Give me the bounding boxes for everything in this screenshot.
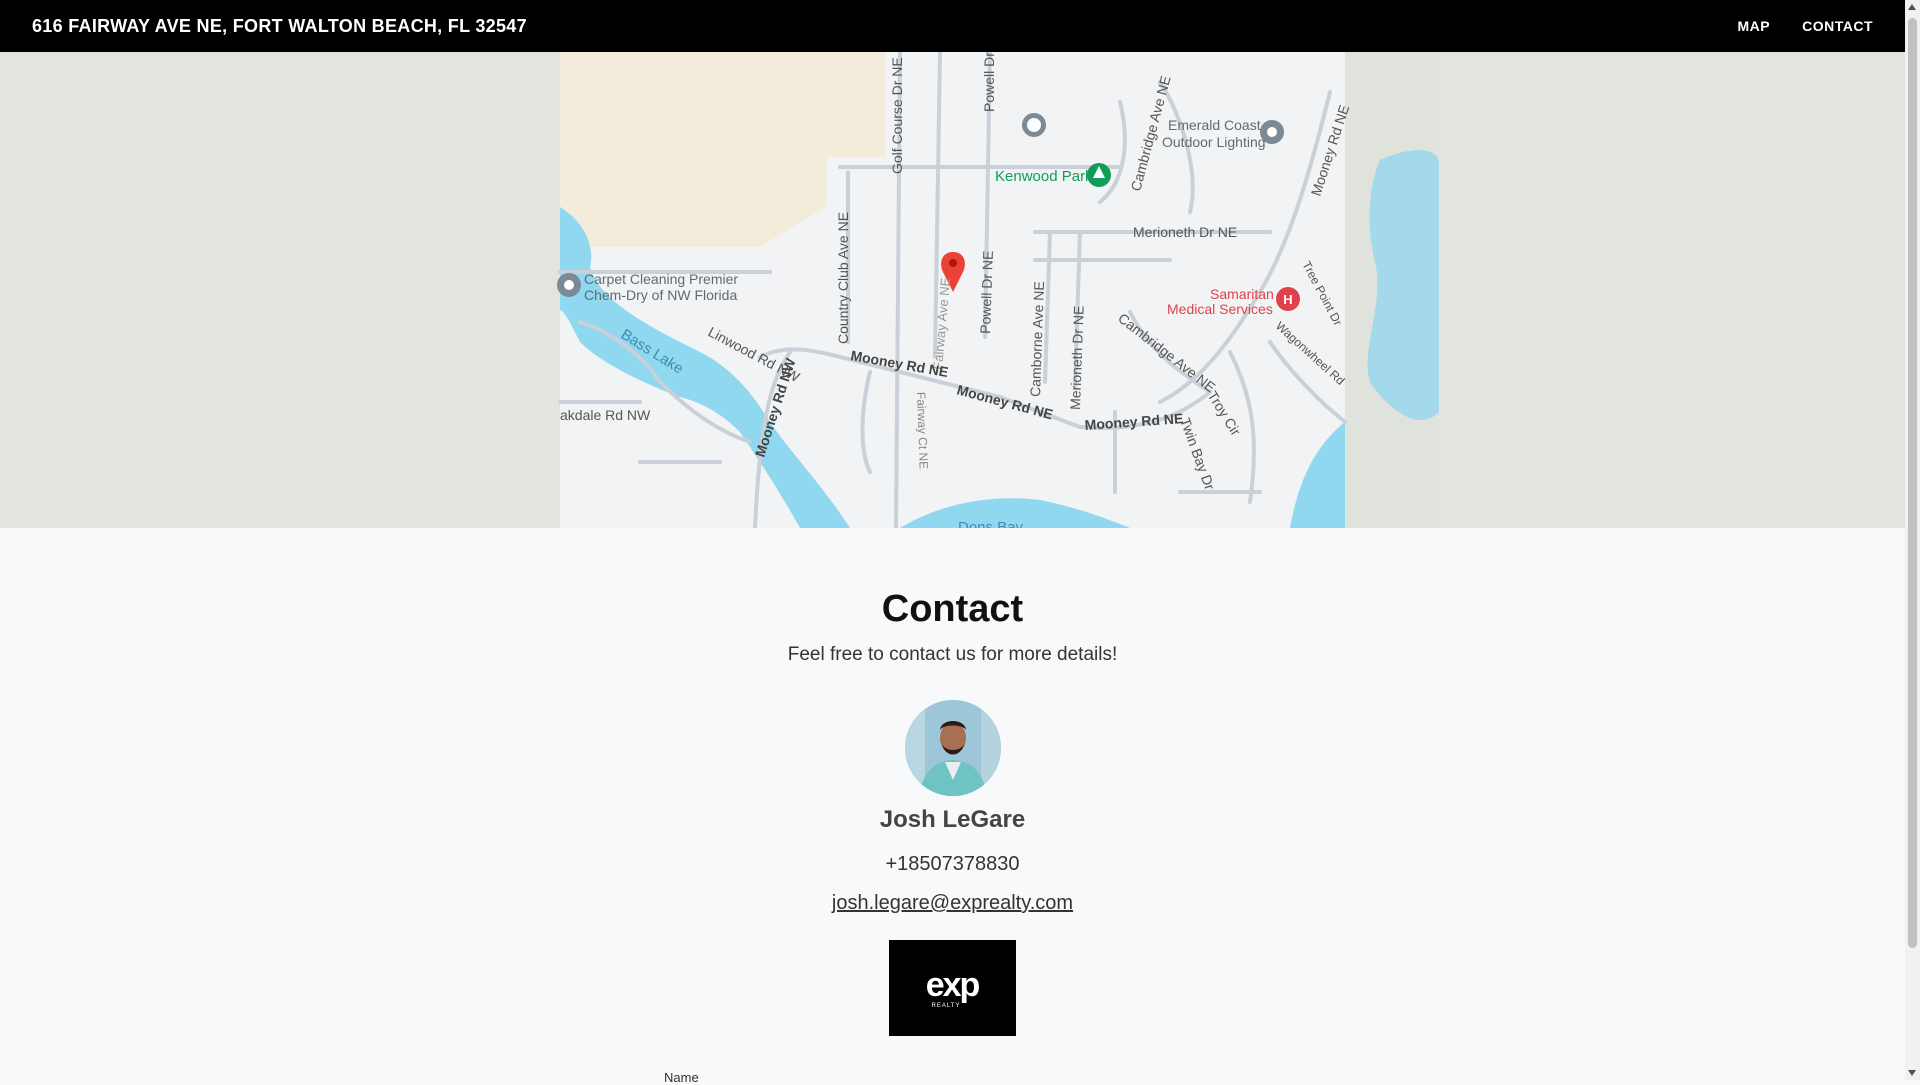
map-label-samaritan-2: Medical Services <box>1167 301 1273 317</box>
agent-avatar <box>905 700 1001 796</box>
map-label-merioneth-top: Merioneth Dr NE <box>1133 224 1237 240</box>
map-label-golf-course: Golf Course Dr NE <box>889 57 905 174</box>
logo-subtext: REALTY <box>932 1003 961 1009</box>
brokerage-logo: exp REALTY <box>889 940 1016 1036</box>
map-label-dons-bay: Dons Bay <box>958 519 1024 528</box>
map-label-powell-top: Powell Dr <box>981 52 997 112</box>
map-label-emerald-2: Outdoor Lighting <box>1162 134 1266 150</box>
agent-email-link[interactable]: josh.legare@exprealty.com <box>832 892 1073 914</box>
exp-realty-logo: exp REALTY <box>889 940 1016 1036</box>
map-label-samaritan-1: Samaritan <box>1210 286 1274 302</box>
contact-subtitle: Feel free to contact us for more details… <box>787 644 1118 665</box>
nav-contact-link[interactable]: CONTACT <box>1802 0 1873 52</box>
page-scrollbar[interactable] <box>1905 0 1920 1080</box>
contact-section: Contact Feel free to contact us for more… <box>0 528 1905 1085</box>
top-nav: MAP CONTACT <box>1737 0 1873 52</box>
map-label-fairway-ct: Fairway Ct NE <box>914 392 931 470</box>
name-field-label: Name <box>664 1070 699 1085</box>
agent-email-wrap: josh.legare@exprealty.com <box>0 892 1905 915</box>
contact-title: Contact <box>881 588 1024 630</box>
logo-text: exp <box>926 966 980 1004</box>
agent-photo <box>905 700 1001 796</box>
map-label-powell-mid: Powell Dr NE <box>977 250 996 334</box>
property-address: 616 FAIRWAY AVE NE, FORT WALTON BEACH, F… <box>32 16 527 36</box>
scrollbar-thumb[interactable] <box>1908 18 1917 948</box>
scroll-down-icon[interactable] <box>1908 1070 1916 1076</box>
map-canvas[interactable]: H Golf Course Dr NE Powell Dr Cambridge … <box>0 52 1905 528</box>
agent-name: Josh LeGare <box>879 806 1026 833</box>
scroll-up-icon[interactable] <box>1908 4 1916 10</box>
top-bar: 616 FAIRWAY AVE NE, FORT WALTON BEACH, F… <box>0 0 1905 52</box>
map-label-carpet-2: Chem-Dry of NW Florida <box>584 287 737 303</box>
map-label-country-club: Country Club Ave NE <box>835 212 851 344</box>
location-map[interactable]: H Golf Course Dr NE Powell Dr Cambridge … <box>0 52 1905 528</box>
map-label-kenwood: Kenwood Park <box>995 168 1093 185</box>
svg-text:H: H <box>1283 292 1292 307</box>
map-label-emerald-1: Emerald Coast <box>1168 117 1261 133</box>
map-label-oakdale: akdale Rd NW <box>560 407 651 423</box>
map-label-carpet-1: Carpet Cleaning Premier <box>584 271 738 287</box>
nav-map-link[interactable]: MAP <box>1737 0 1770 52</box>
agent-phone: +18507378830 <box>885 853 1020 875</box>
